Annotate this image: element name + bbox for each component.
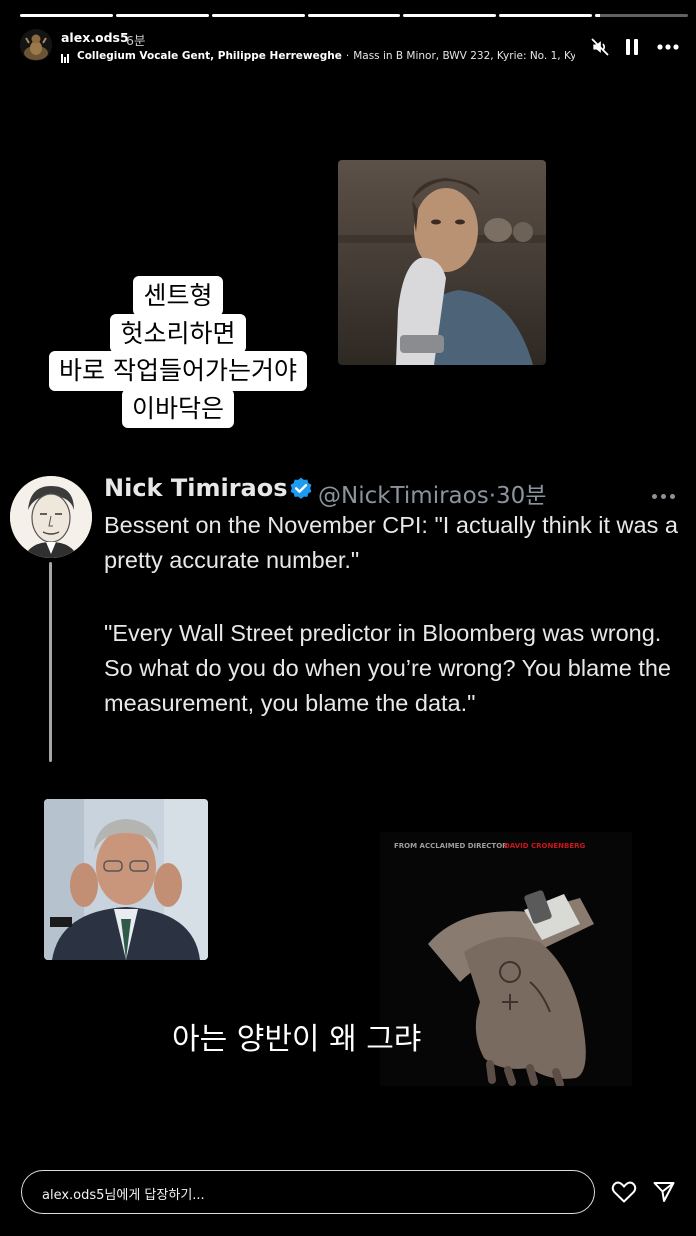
story-time-ago: 6분 xyxy=(126,33,146,48)
sticker-line: 바로 작업들어가는거야 xyxy=(49,351,307,391)
heart-icon xyxy=(611,1181,637,1203)
photo-sticker-man-kitchen xyxy=(338,160,546,365)
story-header: alex.ods5 6분 Collegium Vocale Gent, Phil… xyxy=(20,26,684,66)
tweet-author-avatar xyxy=(10,476,92,558)
avatar[interactable] xyxy=(20,29,52,61)
verified-badge-icon xyxy=(290,477,312,499)
music-artist: Collegium Vocale Gent, Philippe Herreweg… xyxy=(77,50,342,62)
tweet-time: 30분 xyxy=(496,483,547,509)
progress-segment xyxy=(307,14,401,17)
sticker-line: 이바닥은 xyxy=(121,388,234,428)
story-progress-bar xyxy=(20,14,689,17)
reply-input[interactable]: alex.ods5님에게 답장하기... xyxy=(21,1170,595,1214)
tweet-author-name: Nick Timiraos xyxy=(104,474,288,502)
speaker-muted-icon xyxy=(591,38,609,56)
music-separator: · xyxy=(345,50,350,62)
tweet-paragraph: "Every Wall Street predictor in Bloomber… xyxy=(104,620,672,716)
music-attribution[interactable]: Collegium Vocale Gent, Philippe Herreweg… xyxy=(61,50,575,66)
send-icon xyxy=(653,1182,675,1202)
text-sticker: 센트형 헛소리하면 바로 작업들어가는거야 이바닥은 xyxy=(22,276,334,428)
pause-icon xyxy=(626,39,638,55)
more-horizontal-icon xyxy=(657,44,679,50)
pause-button[interactable] xyxy=(620,35,644,59)
progress-segment xyxy=(115,14,209,17)
story-username[interactable]: alex.ods5 xyxy=(61,30,129,45)
more-horizontal-icon xyxy=(652,484,679,503)
share-button[interactable] xyxy=(650,1178,678,1206)
avatar-icon xyxy=(20,29,52,61)
progress-segment xyxy=(20,14,113,17)
progress-segment xyxy=(499,14,593,17)
tweet-handle-time: @NickTimiraos·30분 xyxy=(318,476,546,510)
reply-placeholder: alex.ods5님에게 답장하기... xyxy=(42,1188,205,1203)
tweet-paragraph: Bessent on the November CPI: "I actually… xyxy=(104,512,678,573)
sticker-line: 헛소리하면 xyxy=(110,313,246,353)
more-options-button[interactable] xyxy=(656,35,680,59)
like-button[interactable] xyxy=(610,1178,638,1206)
tweet-card: Nick Timiraos @NickTimiraos·30분 Bessent … xyxy=(4,470,692,770)
music-bars-icon xyxy=(61,51,71,63)
mute-button[interactable] xyxy=(588,35,612,59)
progress-segment xyxy=(403,14,497,17)
photo-sticker-man-glasses xyxy=(44,799,208,960)
tweet-dot: · xyxy=(488,483,497,509)
progress-segment xyxy=(595,14,689,17)
sketch-portrait-icon xyxy=(10,476,92,558)
poster-director: DAVID CRONENBERG xyxy=(504,842,586,850)
thread-line xyxy=(49,562,52,762)
poster-tagline: FROM ACCLAIMED DIRECTOR xyxy=(394,842,508,850)
music-track: Mass in B Minor, BWV 232, Kyrie: No. 1, … xyxy=(353,50,575,62)
story-viewer[interactable]: alex.ods5 6분 Collegium Vocale Gent, Phil… xyxy=(4,0,692,1236)
caption-text: 아는 양반이 왜 그랴 xyxy=(172,1022,422,1057)
progress-segment xyxy=(211,14,305,17)
sticker-line: 센트형 xyxy=(133,276,223,316)
tweet-handle: @NickTimiraos xyxy=(318,483,489,509)
